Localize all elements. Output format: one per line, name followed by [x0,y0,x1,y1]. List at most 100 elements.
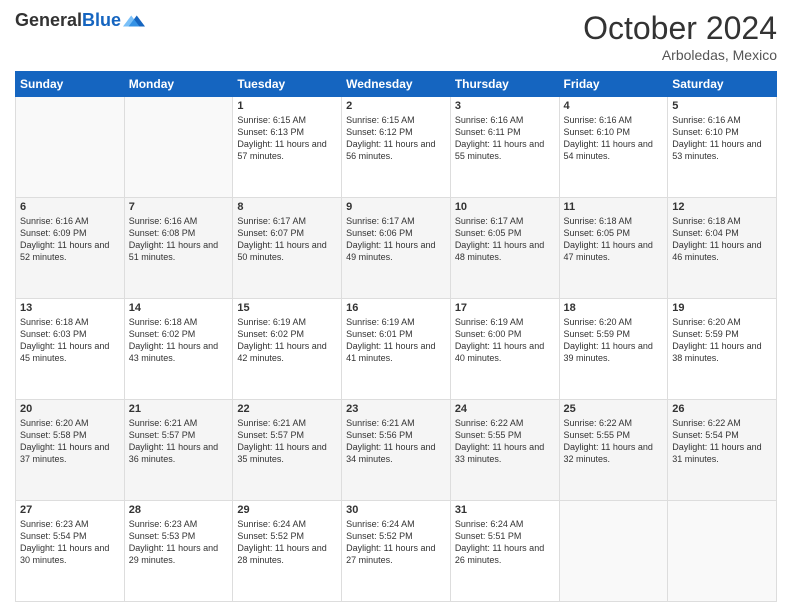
cell-info: Sunrise: 6:19 AM Sunset: 6:00 PM Dayligh… [455,316,555,365]
calendar-cell: 2 Sunrise: 6:15 AM Sunset: 6:12 PM Daylig… [342,97,451,198]
page: GeneralBlue October 2024 Arboledas, Mexi… [0,0,792,612]
day-number: 6 [20,201,120,213]
cell-info: Sunrise: 6:21 AM Sunset: 5:57 PM Dayligh… [129,417,229,466]
calendar-cell: 21 Sunrise: 6:21 AM Sunset: 5:57 PM Dayli… [124,400,233,501]
calendar-cell: 12 Sunrise: 6:18 AM Sunset: 6:04 PM Dayli… [668,198,777,299]
calendar-cell: 18 Sunrise: 6:20 AM Sunset: 5:59 PM Dayli… [559,299,668,400]
cell-info: Sunrise: 6:16 AM Sunset: 6:10 PM Dayligh… [564,114,664,163]
cell-info: Sunrise: 6:22 AM Sunset: 5:55 PM Dayligh… [564,417,664,466]
cell-info: Sunrise: 6:18 AM Sunset: 6:03 PM Dayligh… [20,316,120,365]
day-number: 26 [672,403,772,415]
cell-info: Sunrise: 6:17 AM Sunset: 6:06 PM Dayligh… [346,215,446,264]
day-number: 20 [20,403,120,415]
calendar-cell: 5 Sunrise: 6:16 AM Sunset: 6:10 PM Daylig… [668,97,777,198]
calendar-cell: 15 Sunrise: 6:19 AM Sunset: 6:02 PM Dayli… [233,299,342,400]
calendar-cell [559,501,668,602]
day-number: 3 [455,100,555,112]
cell-info: Sunrise: 6:17 AM Sunset: 6:07 PM Dayligh… [237,215,337,264]
cell-info: Sunrise: 6:21 AM Sunset: 5:56 PM Dayligh… [346,417,446,466]
day-header-sunday: Sunday [16,72,125,97]
day-number: 16 [346,302,446,314]
cell-info: Sunrise: 6:23 AM Sunset: 5:53 PM Dayligh… [129,518,229,567]
day-number: 21 [129,403,229,415]
calendar-cell: 24Sunrise: 6:22 AM Sunset: 5:55 PM Dayli… [450,400,559,501]
calendar-cell [16,97,125,198]
day-header-thursday: Thursday [450,72,559,97]
cell-info: Sunrise: 6:16 AM Sunset: 6:11 PM Dayligh… [455,114,555,163]
title-block: October 2024 Arboledas, Mexico [583,10,777,63]
day-number: 28 [129,504,229,516]
calendar-cell: 25Sunrise: 6:22 AM Sunset: 5:55 PM Dayli… [559,400,668,501]
cell-info: Sunrise: 6:20 AM Sunset: 5:59 PM Dayligh… [564,316,664,365]
calendar-cell: 11Sunrise: 6:18 AM Sunset: 6:05 PM Dayli… [559,198,668,299]
day-header-saturday: Saturday [668,72,777,97]
cell-info: Sunrise: 6:18 AM Sunset: 6:04 PM Dayligh… [672,215,772,264]
cell-info: Sunrise: 6:19 AM Sunset: 6:02 PM Dayligh… [237,316,337,365]
cell-info: Sunrise: 6:24 AM Sunset: 5:52 PM Dayligh… [346,518,446,567]
day-number: 23 [346,403,446,415]
cell-info: Sunrise: 6:20 AM Sunset: 5:58 PM Dayligh… [20,417,120,466]
day-number: 5 [672,100,772,112]
day-number: 18 [564,302,664,314]
calendar-cell: 16 Sunrise: 6:19 AM Sunset: 6:01 PM Dayli… [342,299,451,400]
calendar-cell: 17 Sunrise: 6:19 AM Sunset: 6:00 PM Dayli… [450,299,559,400]
calendar-week-row: 20 Sunrise: 6:20 AM Sunset: 5:58 PM Dayli… [16,400,777,501]
cell-info: Sunrise: 6:16 AM Sunset: 6:08 PM Dayligh… [129,215,229,264]
calendar-cell: 6 Sunrise: 6:16 AM Sunset: 6:09 PM Daylig… [16,198,125,299]
day-number: 13 [20,302,120,314]
day-number: 15 [237,302,337,314]
calendar-cell: 14 Sunrise: 6:18 AM Sunset: 6:02 PM Dayli… [124,299,233,400]
calendar-cell: 4 Sunrise: 6:16 AM Sunset: 6:10 PM Daylig… [559,97,668,198]
cell-info: Sunrise: 6:17 AM Sunset: 6:05 PM Dayligh… [455,215,555,264]
cell-info: Sunrise: 6:16 AM Sunset: 6:09 PM Dayligh… [20,215,120,264]
calendar-cell: 1Sunrise: 6:15 AM Sunset: 6:13 PM Daylig… [233,97,342,198]
day-number: 14 [129,302,229,314]
day-number: 4 [564,100,664,112]
day-number: 8 [237,201,337,213]
cell-info: Sunrise: 6:18 AM Sunset: 6:02 PM Dayligh… [129,316,229,365]
day-number: 10 [455,201,555,213]
cell-info: Sunrise: 6:15 AM Sunset: 6:12 PM Dayligh… [346,114,446,163]
cell-info: Sunrise: 6:18 AM Sunset: 6:05 PM Dayligh… [564,215,664,264]
month-title: October 2024 [583,10,777,47]
calendar-week-row: 1Sunrise: 6:15 AM Sunset: 6:13 PM Daylig… [16,97,777,198]
subtitle: Arboledas, Mexico [583,47,777,63]
cell-info: Sunrise: 6:21 AM Sunset: 5:57 PM Dayligh… [237,417,337,466]
day-header-friday: Friday [559,72,668,97]
logo: GeneralBlue [15,10,145,32]
calendar-cell: 13 Sunrise: 6:18 AM Sunset: 6:03 PM Dayli… [16,299,125,400]
cell-info: Sunrise: 6:20 AM Sunset: 5:59 PM Dayligh… [672,316,772,365]
day-number: 7 [129,201,229,213]
calendar-cell: 9Sunrise: 6:17 AM Sunset: 6:06 PM Daylig… [342,198,451,299]
calendar-cell [124,97,233,198]
day-number: 1 [237,100,337,112]
cell-info: Sunrise: 6:24 AM Sunset: 5:52 PM Dayligh… [237,518,337,567]
day-header-tuesday: Tuesday [233,72,342,97]
cell-info: Sunrise: 6:22 AM Sunset: 5:55 PM Dayligh… [455,417,555,466]
day-number: 19 [672,302,772,314]
day-number: 22 [237,403,337,415]
day-number: 31 [455,504,555,516]
day-number: 2 [346,100,446,112]
day-number: 30 [346,504,446,516]
calendar-cell [668,501,777,602]
day-number: 17 [455,302,555,314]
cell-info: Sunrise: 6:16 AM Sunset: 6:10 PM Dayligh… [672,114,772,163]
header: GeneralBlue October 2024 Arboledas, Mexi… [15,10,777,63]
calendar-cell: 26Sunrise: 6:22 AM Sunset: 5:54 PM Dayli… [668,400,777,501]
calendar-cell: 7 Sunrise: 6:16 AM Sunset: 6:08 PM Daylig… [124,198,233,299]
day-number: 27 [20,504,120,516]
calendar-cell: 10 Sunrise: 6:17 AM Sunset: 6:05 PM Dayli… [450,198,559,299]
day-number: 12 [672,201,772,213]
cell-info: Sunrise: 6:19 AM Sunset: 6:01 PM Dayligh… [346,316,446,365]
logo-icon [123,10,145,32]
day-header-wednesday: Wednesday [342,72,451,97]
calendar-cell: 20 Sunrise: 6:20 AM Sunset: 5:58 PM Dayli… [16,400,125,501]
day-header-monday: Monday [124,72,233,97]
cell-info: Sunrise: 6:24 AM Sunset: 5:51 PM Dayligh… [455,518,555,567]
calendar-cell: 8 Sunrise: 6:17 AM Sunset: 6:07 PM Daylig… [233,198,342,299]
calendar-cell: 27Sunrise: 6:23 AM Sunset: 5:54 PM Dayli… [16,501,125,602]
calendar-week-row: 27Sunrise: 6:23 AM Sunset: 5:54 PM Dayli… [16,501,777,602]
calendar-cell: 29Sunrise: 6:24 AM Sunset: 5:52 PM Dayli… [233,501,342,602]
calendar-header-row: SundayMondayTuesdayWednesdayThursdayFrid… [16,72,777,97]
